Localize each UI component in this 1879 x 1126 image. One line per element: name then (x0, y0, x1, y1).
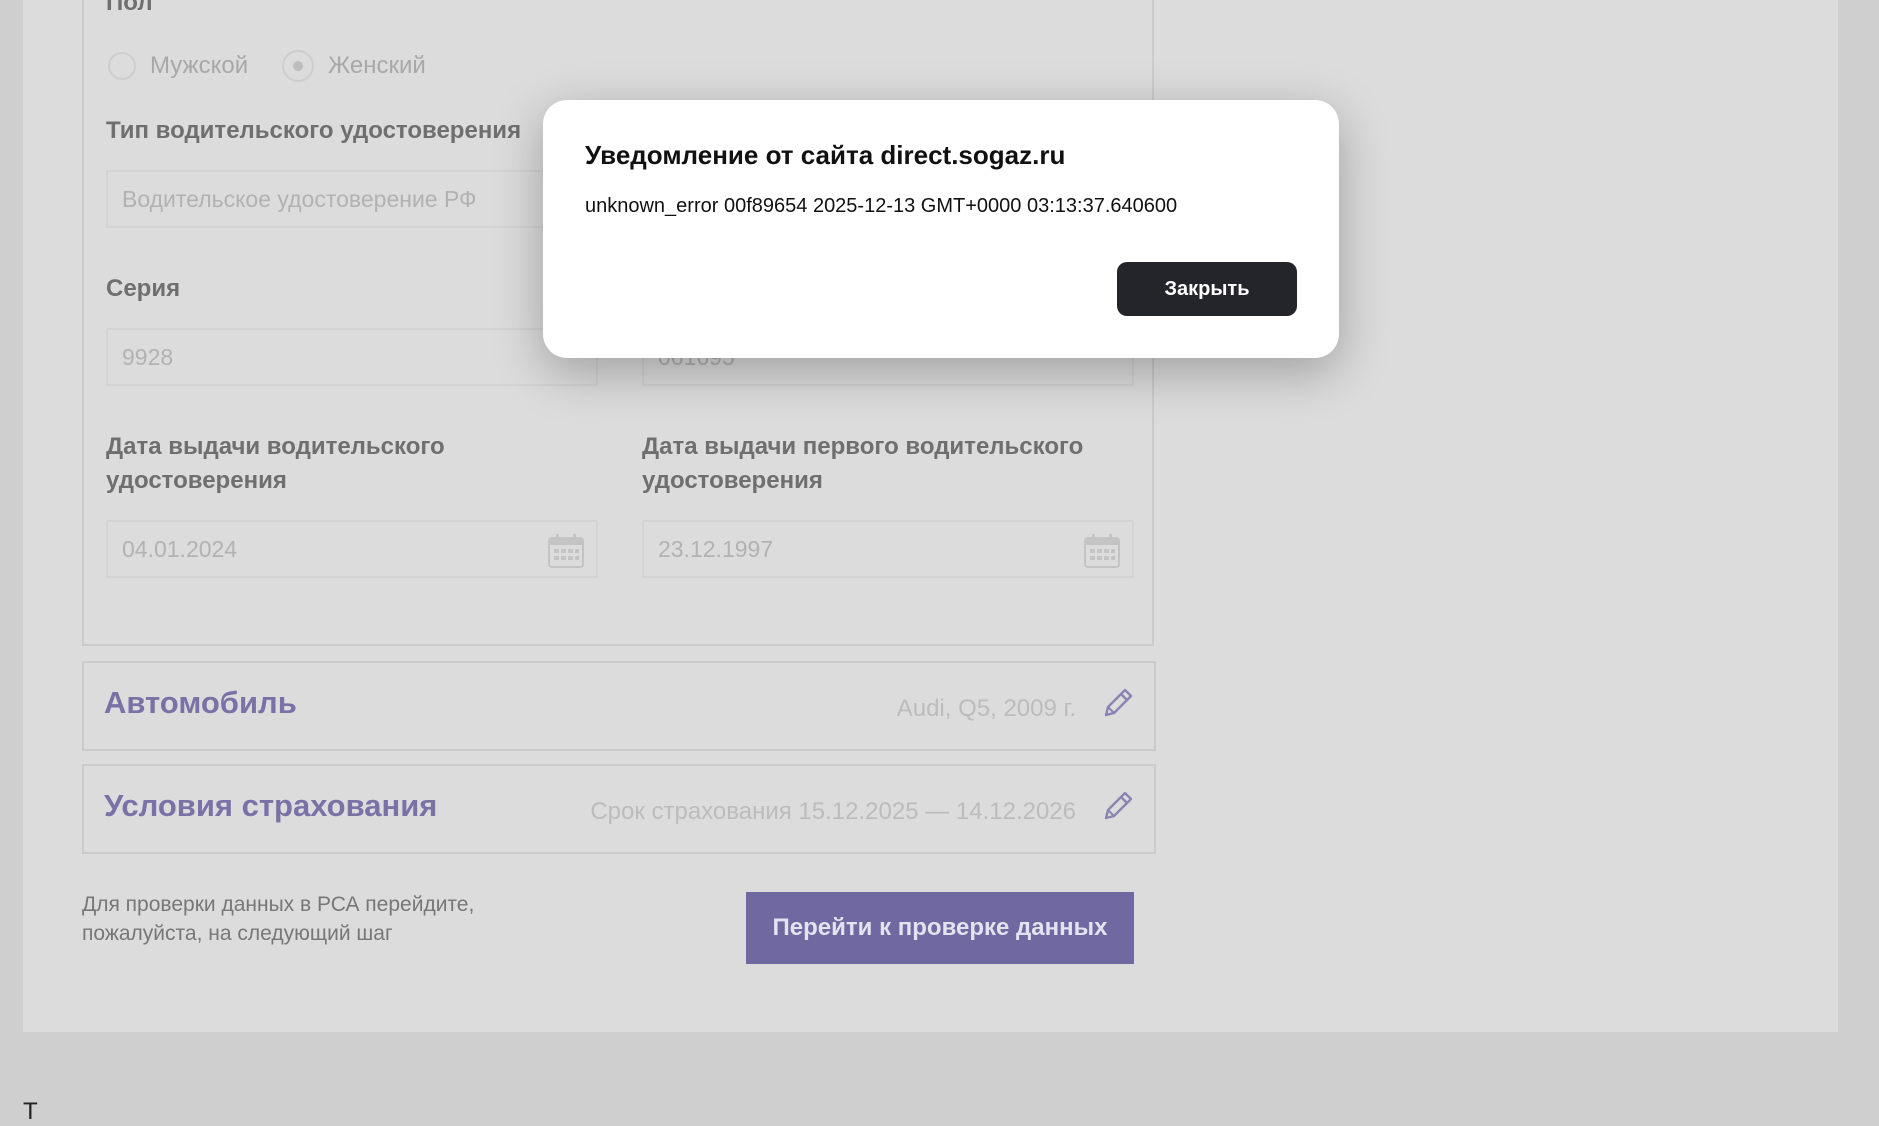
first-issue-date-label: Дата выдачи первого водительского удосто… (642, 430, 1083, 498)
first-issue-date-input[interactable]: 23.12.1997 (642, 520, 1134, 578)
footer-text: Т (23, 1098, 38, 1125)
calendar-icon[interactable] (548, 534, 584, 568)
series-input[interactable]: 9928 (106, 328, 598, 386)
close-dialog-button[interactable]: Закрыть (1117, 262, 1297, 316)
issue-date-label-line1: Дата выдачи водительского (106, 433, 445, 460)
rsa-hint-line2: пожалуйста, на следующий шаг (82, 922, 393, 945)
section-insurance-title: Условия страхования (104, 788, 438, 823)
rsa-hint-text: Для проверки данных в РСА перейдите, пож… (82, 890, 542, 948)
dialog-message: unknown_error 00f89654 2025-12-13 GMT+00… (585, 195, 1178, 217)
issue-date-label-line2: удостоверения (106, 467, 287, 494)
radio-female[interactable] (282, 50, 314, 82)
radio-male[interactable] (108, 52, 136, 80)
rsa-hint-line1: Для проверки данных в РСА перейдите, (82, 893, 475, 916)
alert-dialog: Уведомление от сайта direct.sogaz.ru unk… (543, 100, 1339, 358)
section-insurance-summary: Срок страхования 15.12.2025 — 14.12.2026 (590, 798, 1076, 825)
issue-date-input[interactable]: 04.01.2024 (106, 520, 598, 578)
section-car[interactable]: Автомобиль Audi, Q5, 2009 г. (82, 661, 1156, 751)
gender-option-female[interactable]: Женский (282, 46, 426, 86)
first-issue-date-label-line2: удостоверения (642, 467, 823, 494)
gender-label: Пол (106, 0, 153, 16)
calendar-icon[interactable] (1084, 534, 1120, 568)
gender-option-male[interactable]: Мужской (108, 46, 248, 86)
license-type-label: Тип водительского удостоверения (106, 117, 522, 144)
dialog-title: Уведомление от сайта direct.sogaz.ru (585, 140, 1066, 170)
first-issue-date-label-line1: Дата выдачи первого водительского (642, 433, 1084, 460)
issue-date-value: 04.01.2024 (122, 536, 238, 562)
section-car-summary: Audi, Q5, 2009 г. (896, 695, 1076, 722)
issue-date-label: Дата выдачи водительского удостоверения (106, 430, 445, 498)
series-label: Серия (106, 275, 181, 302)
section-car-title: Автомобиль (104, 685, 297, 720)
pencil-icon[interactable] (1100, 685, 1136, 721)
pencil-icon[interactable] (1100, 788, 1136, 824)
radio-male-label: Мужской (150, 52, 249, 79)
first-issue-date-value: 23.12.1997 (658, 536, 774, 562)
radio-female-label: Женский (328, 52, 426, 79)
go-to-data-check-button[interactable]: Перейти к проверке данных (746, 892, 1134, 964)
section-insurance[interactable]: Условия страхования Срок страхования 15.… (82, 764, 1156, 854)
